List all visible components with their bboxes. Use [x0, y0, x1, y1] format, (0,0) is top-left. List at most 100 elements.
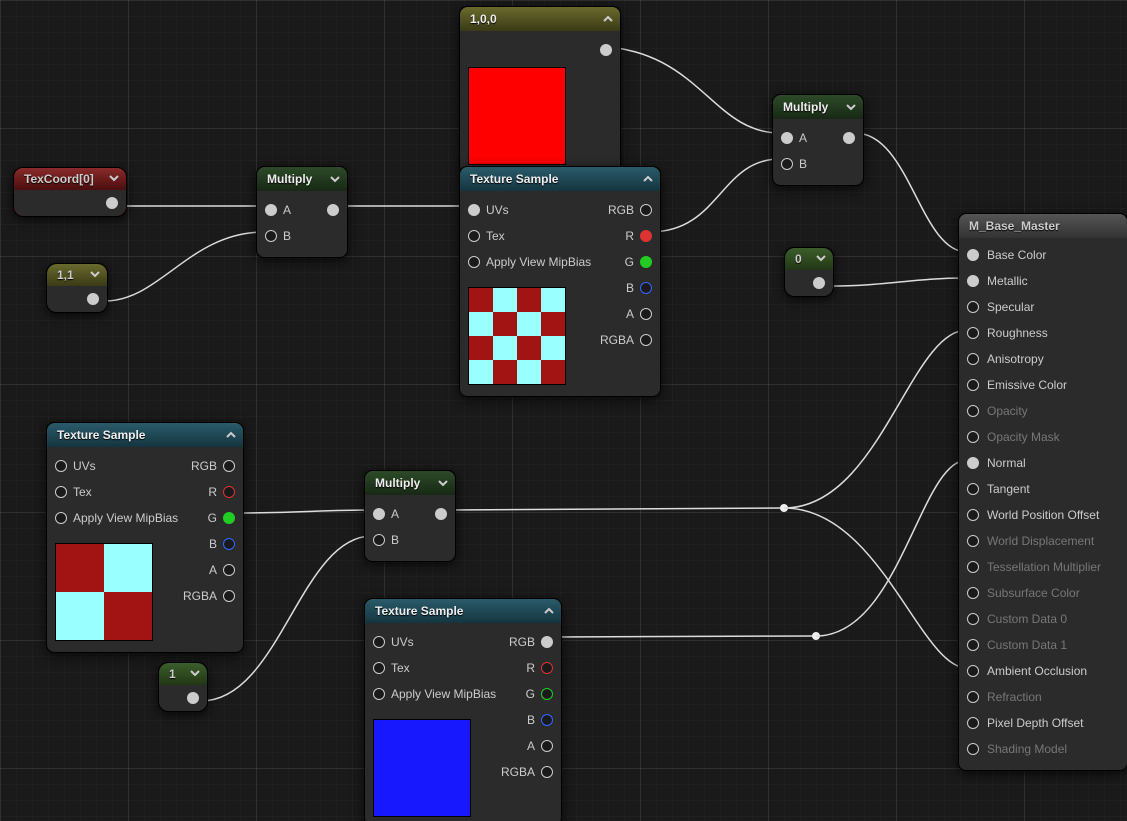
material-pin[interactable]: World Position Offset: [967, 502, 1117, 528]
node-vector-100[interactable]: 1,0,0: [459, 6, 621, 174]
output-pin[interactable]: [87, 293, 99, 305]
input-pin-b[interactable]: [265, 230, 277, 242]
output-pin-rgba[interactable]: [223, 590, 235, 602]
input-pin-uvs[interactable]: [373, 636, 385, 648]
input-pin-mip[interactable]: [55, 512, 67, 524]
chevron-down-icon[interactable]: [108, 172, 120, 184]
input-pin[interactable]: [967, 327, 979, 339]
input-pin[interactable]: [967, 301, 979, 313]
output-pin[interactable]: [187, 692, 199, 704]
material-pin[interactable]: Normal: [967, 450, 1117, 476]
output-pin-b[interactable]: [541, 714, 553, 726]
chevron-up-icon[interactable]: [543, 605, 555, 617]
chevron-up-icon[interactable]: [602, 13, 614, 25]
material-pin[interactable]: Refraction: [967, 684, 1117, 710]
input-pin[interactable]: [967, 535, 979, 547]
material-pin[interactable]: Roughness: [967, 320, 1117, 346]
material-pin[interactable]: Tessellation Multiplier: [967, 554, 1117, 580]
output-pin[interactable]: [600, 44, 612, 56]
node-texture-sample-2[interactable]: Texture Sample UVsRGB TexR Apply View Mi…: [46, 422, 244, 653]
input-pin[interactable]: [967, 379, 979, 391]
output-pin-r[interactable]: [223, 486, 235, 498]
material-pin[interactable]: Specular: [967, 294, 1117, 320]
input-pin-mip[interactable]: [468, 256, 480, 268]
chevron-down-icon[interactable]: [815, 252, 827, 264]
input-pin[interactable]: [967, 639, 979, 651]
input-pin[interactable]: [967, 743, 979, 755]
input-pin-b[interactable]: [781, 158, 793, 170]
material-pin[interactable]: Custom Data 1: [967, 632, 1117, 658]
input-pin-uvs[interactable]: [468, 204, 480, 216]
output-pin-a[interactable]: [223, 564, 235, 576]
chevron-down-icon[interactable]: [189, 667, 201, 679]
node-texture-sample-3[interactable]: Texture Sample UVsRGB TexR Apply View Mi…: [364, 598, 562, 821]
chevron-up-icon[interactable]: [642, 173, 654, 185]
output-pin-rgb[interactable]: [223, 460, 235, 472]
output-pin-rgba[interactable]: [541, 766, 553, 778]
material-pin[interactable]: Anisotropy: [967, 346, 1117, 372]
output-pin-b[interactable]: [640, 282, 652, 294]
chevron-up-icon[interactable]: [225, 429, 237, 441]
material-pin[interactable]: Emissive Color: [967, 372, 1117, 398]
input-pin[interactable]: [967, 405, 979, 417]
input-pin[interactable]: [967, 353, 979, 365]
material-pin[interactable]: Metallic: [967, 268, 1117, 294]
output-pin[interactable]: [813, 277, 825, 289]
input-pin-b[interactable]: [373, 534, 385, 546]
output-pin-g[interactable]: [640, 256, 652, 268]
output-pin[interactable]: [843, 132, 855, 144]
material-pin[interactable]: World Displacement: [967, 528, 1117, 554]
output-pin-g[interactable]: [223, 512, 235, 524]
node-multiply-2[interactable]: Multiply A B: [772, 94, 864, 186]
node-multiply-3[interactable]: Multiply A B: [364, 470, 456, 562]
output-pin-b[interactable]: [223, 538, 235, 550]
output-pin-rgb[interactable]: [640, 204, 652, 216]
input-pin-tex[interactable]: [373, 662, 385, 674]
node-texcoord[interactable]: TexCoord[0]: [13, 167, 127, 217]
input-pin-tex[interactable]: [55, 486, 67, 498]
material-pin[interactable]: Pixel Depth Offset: [967, 710, 1117, 736]
node-constant-11[interactable]: 1,1: [46, 263, 108, 313]
node-constant-1[interactable]: 1: [158, 662, 208, 712]
input-pin-a[interactable]: [781, 132, 793, 144]
input-pin[interactable]: [967, 457, 979, 469]
input-pin[interactable]: [967, 249, 979, 261]
input-pin-tex[interactable]: [468, 230, 480, 242]
input-pin[interactable]: [967, 431, 979, 443]
output-pin-r[interactable]: [640, 230, 652, 242]
output-pin[interactable]: [106, 197, 118, 209]
material-pin[interactable]: Tangent: [967, 476, 1117, 502]
material-pin[interactable]: Base Color: [967, 242, 1117, 268]
input-pin-uvs[interactable]: [55, 460, 67, 472]
input-pin-mip[interactable]: [373, 688, 385, 700]
input-pin[interactable]: [967, 483, 979, 495]
output-pin-a[interactable]: [541, 740, 553, 752]
chevron-down-icon[interactable]: [437, 477, 449, 489]
node-constant-0[interactable]: 0: [784, 247, 834, 297]
input-pin[interactable]: [967, 561, 979, 573]
input-pin-a[interactable]: [265, 204, 277, 216]
output-pin-rgba[interactable]: [640, 334, 652, 346]
output-pin-a[interactable]: [640, 308, 652, 320]
output-pin[interactable]: [327, 204, 339, 216]
material-pin[interactable]: Subsurface Color: [967, 580, 1117, 606]
output-pin-rgb[interactable]: [541, 636, 553, 648]
material-pin[interactable]: Opacity Mask: [967, 424, 1117, 450]
material-output-node[interactable]: M_Base_Master Base ColorMetallicSpecular…: [958, 213, 1127, 771]
input-pin[interactable]: [967, 613, 979, 625]
input-pin[interactable]: [967, 717, 979, 729]
output-pin-g[interactable]: [541, 688, 553, 700]
input-pin[interactable]: [967, 509, 979, 521]
material-pin[interactable]: Opacity: [967, 398, 1117, 424]
input-pin-a[interactable]: [373, 508, 385, 520]
node-multiply-1[interactable]: Multiply A B: [256, 166, 348, 258]
chevron-down-icon[interactable]: [89, 268, 101, 280]
input-pin[interactable]: [967, 587, 979, 599]
input-pin[interactable]: [967, 275, 979, 287]
chevron-down-icon[interactable]: [329, 173, 341, 185]
chevron-down-icon[interactable]: [845, 101, 857, 113]
output-pin[interactable]: [435, 508, 447, 520]
node-texture-sample-1[interactable]: Texture Sample UVsRGB TexR Apply View Mi…: [459, 166, 661, 397]
material-pin[interactable]: Custom Data 0: [967, 606, 1117, 632]
output-pin-r[interactable]: [541, 662, 553, 674]
